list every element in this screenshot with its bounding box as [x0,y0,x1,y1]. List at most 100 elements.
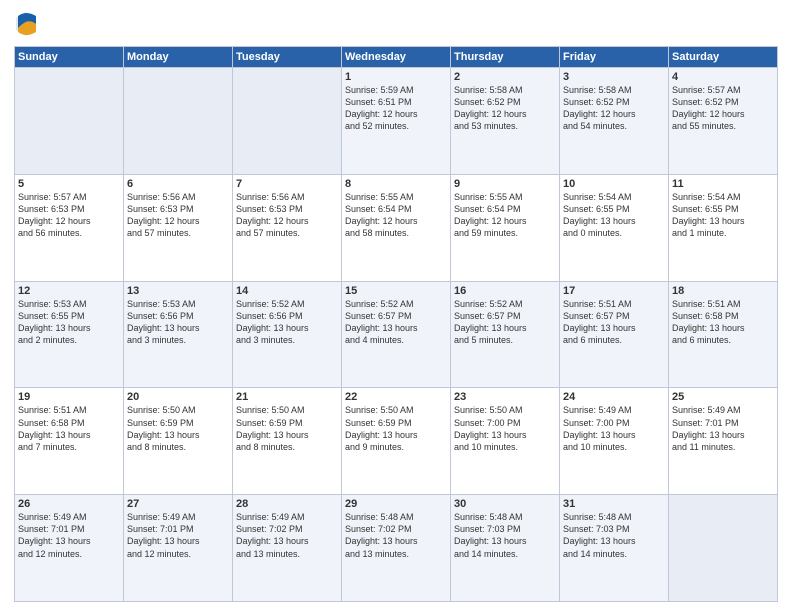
calendar-cell: 16Sunrise: 5:52 AM Sunset: 6:57 PM Dayli… [451,281,560,388]
day-number: 28 [236,498,338,510]
weekday-header-wednesday: Wednesday [342,47,451,68]
day-number: 18 [672,285,774,297]
calendar-cell [15,68,124,175]
day-info: Sunrise: 5:52 AM Sunset: 6:57 PM Dayligh… [454,298,556,347]
calendar-cell: 19Sunrise: 5:51 AM Sunset: 6:58 PM Dayli… [15,388,124,495]
day-info: Sunrise: 5:49 AM Sunset: 7:02 PM Dayligh… [236,511,338,560]
day-info: Sunrise: 5:59 AM Sunset: 6:51 PM Dayligh… [345,84,447,133]
weekday-header-saturday: Saturday [669,47,778,68]
calendar-cell [124,68,233,175]
weekday-header-friday: Friday [560,47,669,68]
day-info: Sunrise: 5:53 AM Sunset: 6:55 PM Dayligh… [18,298,120,347]
calendar-cell: 17Sunrise: 5:51 AM Sunset: 6:57 PM Dayli… [560,281,669,388]
day-info: Sunrise: 5:54 AM Sunset: 6:55 PM Dayligh… [563,191,665,240]
day-info: Sunrise: 5:55 AM Sunset: 6:54 PM Dayligh… [454,191,556,240]
day-info: Sunrise: 5:50 AM Sunset: 6:59 PM Dayligh… [345,404,447,453]
header [14,10,778,38]
day-number: 4 [672,71,774,83]
calendar-cell: 31Sunrise: 5:48 AM Sunset: 7:03 PM Dayli… [560,495,669,602]
calendar-week-2: 12Sunrise: 5:53 AM Sunset: 6:55 PM Dayli… [15,281,778,388]
logo-icon [14,10,38,38]
calendar-cell: 18Sunrise: 5:51 AM Sunset: 6:58 PM Dayli… [669,281,778,388]
weekday-header-monday: Monday [124,47,233,68]
day-info: Sunrise: 5:54 AM Sunset: 6:55 PM Dayligh… [672,191,774,240]
day-number: 11 [672,178,774,190]
calendar-cell: 7Sunrise: 5:56 AM Sunset: 6:53 PM Daylig… [233,174,342,281]
day-number: 21 [236,391,338,403]
day-info: Sunrise: 5:53 AM Sunset: 6:56 PM Dayligh… [127,298,229,347]
calendar-cell: 2Sunrise: 5:58 AM Sunset: 6:52 PM Daylig… [451,68,560,175]
day-info: Sunrise: 5:57 AM Sunset: 6:53 PM Dayligh… [18,191,120,240]
calendar-cell: 5Sunrise: 5:57 AM Sunset: 6:53 PM Daylig… [15,174,124,281]
calendar-cell: 25Sunrise: 5:49 AM Sunset: 7:01 PM Dayli… [669,388,778,495]
calendar-week-1: 5Sunrise: 5:57 AM Sunset: 6:53 PM Daylig… [15,174,778,281]
weekday-header-row: SundayMondayTuesdayWednesdayThursdayFrid… [15,47,778,68]
calendar-cell: 22Sunrise: 5:50 AM Sunset: 6:59 PM Dayli… [342,388,451,495]
day-info: Sunrise: 5:51 AM Sunset: 6:58 PM Dayligh… [672,298,774,347]
day-number: 23 [454,391,556,403]
day-number: 19 [18,391,120,403]
weekday-header-sunday: Sunday [15,47,124,68]
day-info: Sunrise: 5:49 AM Sunset: 7:01 PM Dayligh… [18,511,120,560]
day-number: 22 [345,391,447,403]
calendar-week-3: 19Sunrise: 5:51 AM Sunset: 6:58 PM Dayli… [15,388,778,495]
weekday-header-thursday: Thursday [451,47,560,68]
calendar-cell: 3Sunrise: 5:58 AM Sunset: 6:52 PM Daylig… [560,68,669,175]
day-number: 31 [563,498,665,510]
day-info: Sunrise: 5:50 AM Sunset: 6:59 PM Dayligh… [127,404,229,453]
calendar-cell [669,495,778,602]
day-number: 27 [127,498,229,510]
calendar-cell: 9Sunrise: 5:55 AM Sunset: 6:54 PM Daylig… [451,174,560,281]
day-number: 10 [563,178,665,190]
day-number: 9 [454,178,556,190]
day-number: 20 [127,391,229,403]
day-info: Sunrise: 5:49 AM Sunset: 7:01 PM Dayligh… [672,404,774,453]
day-number: 8 [345,178,447,190]
calendar-cell: 24Sunrise: 5:49 AM Sunset: 7:00 PM Dayli… [560,388,669,495]
day-info: Sunrise: 5:51 AM Sunset: 6:58 PM Dayligh… [18,404,120,453]
calendar-cell: 4Sunrise: 5:57 AM Sunset: 6:52 PM Daylig… [669,68,778,175]
calendar-cell: 6Sunrise: 5:56 AM Sunset: 6:53 PM Daylig… [124,174,233,281]
day-number: 5 [18,178,120,190]
day-number: 15 [345,285,447,297]
day-info: Sunrise: 5:56 AM Sunset: 6:53 PM Dayligh… [127,191,229,240]
calendar-cell [233,68,342,175]
page: SundayMondayTuesdayWednesdayThursdayFrid… [0,0,792,612]
day-info: Sunrise: 5:51 AM Sunset: 6:57 PM Dayligh… [563,298,665,347]
day-number: 7 [236,178,338,190]
day-info: Sunrise: 5:52 AM Sunset: 6:57 PM Dayligh… [345,298,447,347]
weekday-header-tuesday: Tuesday [233,47,342,68]
day-number: 26 [18,498,120,510]
logo [14,10,40,38]
calendar-cell: 28Sunrise: 5:49 AM Sunset: 7:02 PM Dayli… [233,495,342,602]
day-number: 16 [454,285,556,297]
calendar: SundayMondayTuesdayWednesdayThursdayFrid… [14,46,778,602]
calendar-cell: 29Sunrise: 5:48 AM Sunset: 7:02 PM Dayli… [342,495,451,602]
day-info: Sunrise: 5:58 AM Sunset: 6:52 PM Dayligh… [563,84,665,133]
day-info: Sunrise: 5:50 AM Sunset: 7:00 PM Dayligh… [454,404,556,453]
day-info: Sunrise: 5:58 AM Sunset: 6:52 PM Dayligh… [454,84,556,133]
day-info: Sunrise: 5:48 AM Sunset: 7:03 PM Dayligh… [454,511,556,560]
day-number: 13 [127,285,229,297]
calendar-cell: 30Sunrise: 5:48 AM Sunset: 7:03 PM Dayli… [451,495,560,602]
day-number: 17 [563,285,665,297]
day-info: Sunrise: 5:48 AM Sunset: 7:03 PM Dayligh… [563,511,665,560]
day-number: 12 [18,285,120,297]
calendar-week-4: 26Sunrise: 5:49 AM Sunset: 7:01 PM Dayli… [15,495,778,602]
calendar-cell: 13Sunrise: 5:53 AM Sunset: 6:56 PM Dayli… [124,281,233,388]
day-number: 14 [236,285,338,297]
calendar-cell: 1Sunrise: 5:59 AM Sunset: 6:51 PM Daylig… [342,68,451,175]
calendar-cell: 20Sunrise: 5:50 AM Sunset: 6:59 PM Dayli… [124,388,233,495]
day-number: 24 [563,391,665,403]
calendar-cell: 26Sunrise: 5:49 AM Sunset: 7:01 PM Dayli… [15,495,124,602]
calendar-cell: 8Sunrise: 5:55 AM Sunset: 6:54 PM Daylig… [342,174,451,281]
day-info: Sunrise: 5:55 AM Sunset: 6:54 PM Dayligh… [345,191,447,240]
day-number: 30 [454,498,556,510]
day-number: 2 [454,71,556,83]
calendar-cell: 11Sunrise: 5:54 AM Sunset: 6:55 PM Dayli… [669,174,778,281]
day-info: Sunrise: 5:50 AM Sunset: 6:59 PM Dayligh… [236,404,338,453]
calendar-cell: 14Sunrise: 5:52 AM Sunset: 6:56 PM Dayli… [233,281,342,388]
day-info: Sunrise: 5:56 AM Sunset: 6:53 PM Dayligh… [236,191,338,240]
day-number: 6 [127,178,229,190]
calendar-header: SundayMondayTuesdayWednesdayThursdayFrid… [15,47,778,68]
